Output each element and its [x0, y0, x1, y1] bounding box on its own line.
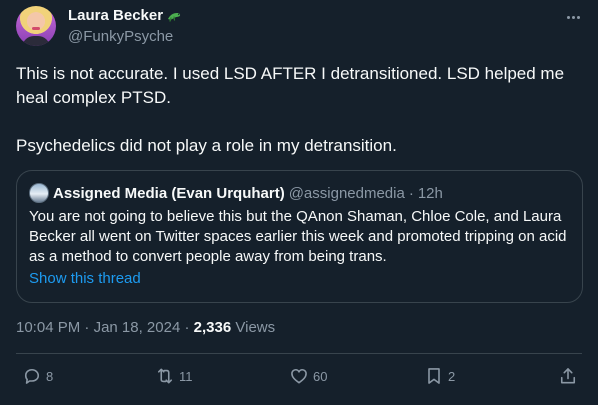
- quoted-tweet-header: Assigned Media (Evan Urquhart) @assigned…: [29, 183, 443, 203]
- action-bar: 8 11 60 2: [0, 366, 598, 394]
- quoted-tweet-text: You are not going to believe this but th…: [29, 208, 567, 265]
- more-options-icon[interactable]: [564, 10, 582, 24]
- author-handle[interactable]: @FunkyPsyche: [68, 28, 173, 45]
- like-button[interactable]: 60: [289, 366, 327, 386]
- timestamp-separator: ·: [184, 319, 190, 336]
- show-thread-link[interactable]: Show this thread: [29, 270, 141, 287]
- bookmark-button[interactable]: 2: [424, 366, 455, 386]
- reply-count: 8: [46, 368, 54, 384]
- share-icon: [560, 368, 576, 384]
- author-display-name[interactable]: Laura Becker: [68, 7, 163, 24]
- retweet-icon: [157, 368, 173, 384]
- bookmark-count: 2: [448, 368, 456, 384]
- timestamp-separator: ·: [84, 319, 90, 336]
- views-label: Views: [235, 319, 276, 336]
- reply-icon: [24, 368, 40, 384]
- tweet-date[interactable]: Jan 18, 2024: [94, 319, 181, 336]
- quoted-separator: ·: [408, 184, 414, 202]
- divider: [16, 353, 582, 354]
- author-name-row: Laura Becker: [68, 7, 182, 24]
- tweet-timestamp: 10:04 PM · Jan 18, 2024 · 2,336 Views: [16, 319, 275, 336]
- retweet-count: 11: [179, 368, 193, 384]
- reply-button[interactable]: 8: [22, 366, 53, 386]
- author-avatar[interactable]: [16, 6, 56, 46]
- tweet: Laura Becker @FunkyPsyche This is not ac…: [0, 0, 598, 405]
- tweet-time[interactable]: 10:04 PM: [16, 319, 80, 336]
- tweet-paragraph-1: This is not accurate. I used LSD AFTER I…: [16, 64, 565, 107]
- tweet-paragraph-2: Psychedelics did not play a role in my d…: [16, 136, 397, 155]
- avatar-lips: [32, 27, 40, 30]
- like-count: 60: [313, 368, 328, 384]
- quoted-author-name: Assigned Media (Evan Urquhart): [53, 184, 285, 202]
- quoted-age: 12h: [417, 184, 443, 202]
- lizard-emoji-icon: [168, 12, 181, 22]
- retweet-button[interactable]: 11: [155, 366, 193, 386]
- quoted-author-avatar: [29, 183, 49, 203]
- tweet-text: This is not accurate. I used LSD AFTER I…: [16, 62, 582, 158]
- heart-icon: [291, 368, 307, 384]
- bookmark-icon: [428, 368, 440, 384]
- share-button[interactable]: [558, 366, 578, 386]
- avatar-shoulders: [22, 36, 50, 46]
- views-count: 2,336: [193, 319, 232, 336]
- quoted-tweet-card[interactable]: Assigned Media (Evan Urquhart) @assigned…: [16, 170, 583, 303]
- quoted-author-handle: @assignedmedia: [288, 184, 405, 202]
